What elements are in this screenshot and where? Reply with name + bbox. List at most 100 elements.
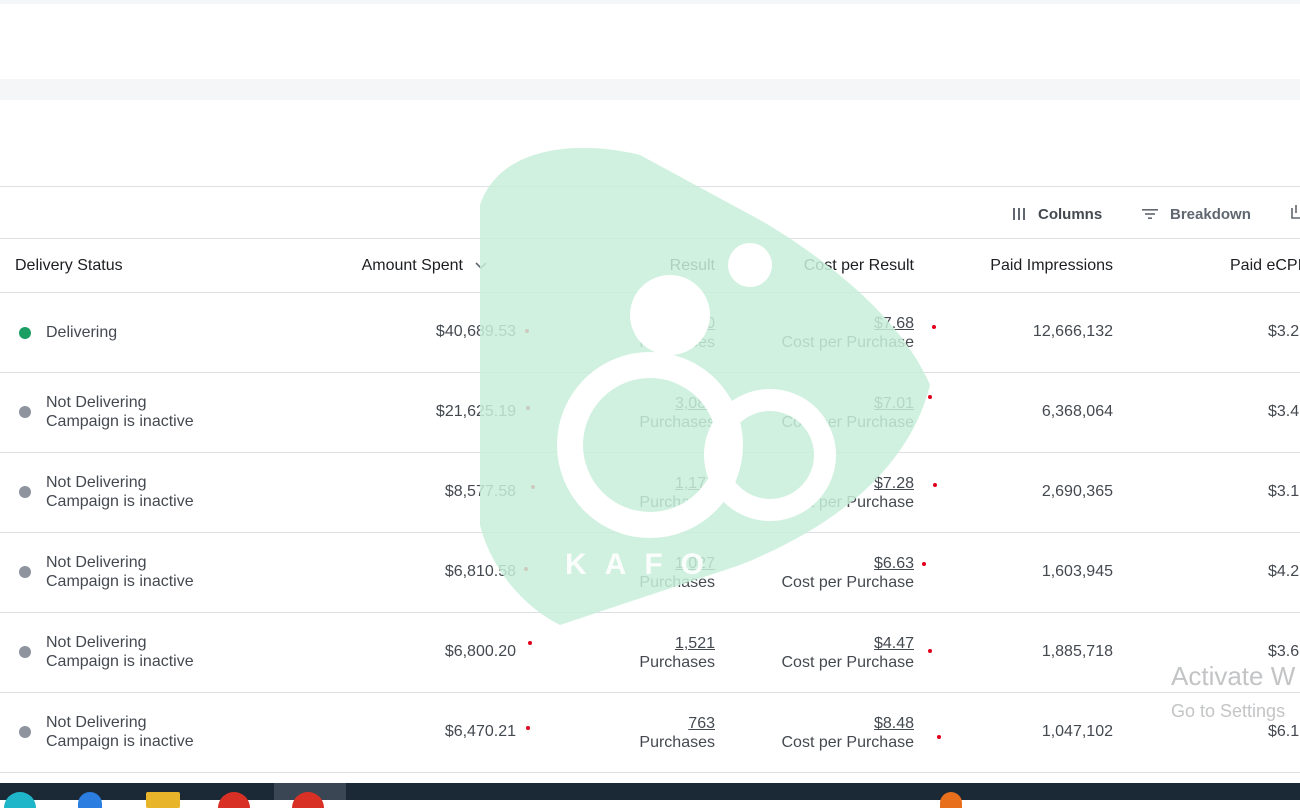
delivery-status: Not Delivering Campaign is inactive [46, 633, 194, 671]
delivery-status: Not Delivering Campaign is inactive [46, 473, 194, 511]
status-dot [19, 646, 31, 658]
paid-ecpm: $4.2 [1268, 563, 1300, 580]
table-row[interactable]: Not Delivering Campaign is inactive $6,8… [0, 613, 1300, 693]
result-cell: 5,300 Purchases [639, 314, 715, 352]
delivery-status: Not Delivering Campaign is inactive [46, 393, 194, 431]
table-row[interactable]: Delivering $40,689.53 5,300 Purchases $7… [0, 293, 1300, 373]
campaign-table: Columns Breakdown Delivery Status Amount… [0, 186, 1300, 773]
annotation-mark [525, 329, 529, 333]
paid-impressions: 1,885,718 [1041, 643, 1113, 660]
cost-per-result-cell: $7.68 Cost per Purchase [781, 314, 914, 352]
header-result[interactable]: Result [670, 257, 715, 275]
windows-taskbar [0, 783, 1300, 808]
table-row[interactable]: Not Delivering Campaign is inactive $8,5… [0, 453, 1300, 533]
result-value-link[interactable]: 5,300 [639, 314, 715, 333]
annotation-mark [531, 485, 535, 489]
table-header-row: Delivery Status Amount Spent Result Cost… [0, 239, 1300, 293]
amount-spent: $6,800.20 [444, 643, 516, 660]
header-amount-spent-label: Amount Spent [361, 257, 463, 274]
cost-per-result-link[interactable]: $7.01 [781, 394, 914, 413]
delivery-status: Delivering [46, 323, 117, 342]
cost-per-result-label: Cost per Purchase [781, 654, 914, 671]
cost-per-result-cell: $6.63 Cost per Purchase [781, 554, 914, 592]
taskbar-tray-icon[interactable] [940, 792, 962, 808]
table-body: Delivering $40,689.53 5,300 Purchases $7… [0, 293, 1300, 773]
status-dot [19, 726, 31, 738]
header-cost-per-result[interactable]: Cost per Result [804, 257, 914, 275]
cost-per-result-link[interactable]: $6.63 [781, 554, 914, 573]
result-label: Purchases [639, 334, 715, 351]
cost-per-result-label: Cost per Purchase [781, 734, 914, 751]
delivery-status: Not Delivering Campaign is inactive [46, 713, 194, 751]
watermark-text: KAFO [565, 548, 722, 581]
status-label: Not Delivering [46, 394, 147, 411]
paid-ecpm: $3.1 [1268, 483, 1300, 500]
export-button[interactable] [1290, 204, 1300, 224]
result-label: Purchases [639, 494, 715, 511]
paid-ecpm: $3.2 [1268, 323, 1300, 340]
annotation-mark [937, 735, 941, 739]
taskbar-edge-icon[interactable] [4, 792, 36, 808]
breakdown-button[interactable]: Breakdown [1142, 204, 1251, 224]
paid-ecpm: $6.1 [1268, 723, 1300, 740]
table-row[interactable]: Not Delivering Campaign is inactive $6,4… [0, 693, 1300, 773]
result-label: Purchases [639, 734, 715, 751]
result-cell: 1,521 Purchases [639, 634, 715, 672]
cost-per-result-label: Cost per Purchase [781, 414, 914, 431]
result-value-link[interactable]: 3,084 [639, 394, 715, 413]
status-dot [19, 327, 31, 339]
status-label: Not Delivering [46, 714, 147, 731]
paid-ecpm: $3.6 [1268, 643, 1300, 660]
annotation-mark [928, 649, 932, 653]
cost-per-result-cell: $7.01 Cost per Purchase [781, 394, 914, 432]
taskbar-app-icon[interactable] [78, 792, 102, 808]
table-row[interactable]: Not Delivering Campaign is inactive $21,… [0, 373, 1300, 453]
paid-impressions: 12,666,132 [1032, 323, 1113, 340]
filter-lines-icon [1142, 207, 1158, 221]
activate-windows-title: Activate W [1171, 661, 1296, 691]
activate-windows-subtitle: Go to Settings [1171, 701, 1286, 721]
status-dot [19, 486, 31, 498]
header-delivery-status[interactable]: Delivery Status [15, 257, 123, 275]
cost-per-result-link[interactable]: $7.28 [781, 474, 914, 493]
status-dot [19, 406, 31, 418]
result-value-link[interactable]: 1,521 [639, 634, 715, 653]
annotation-mark [528, 641, 532, 645]
result-label: Purchases [639, 414, 715, 431]
taskbar-chrome-icon[interactable] [218, 792, 250, 808]
cost-per-result-link[interactable]: $4.47 [781, 634, 914, 653]
header-amount-spent[interactable]: Amount Spent [362, 257, 487, 275]
annotation-mark [526, 726, 530, 730]
cost-per-result-cell: $4.47 Cost per Purchase [781, 634, 914, 672]
cost-per-result-link[interactable]: $7.68 [781, 314, 914, 333]
result-value-link[interactable]: 763 [639, 714, 715, 733]
annotation-mark [932, 325, 936, 329]
status-label: Not Delivering [46, 474, 147, 491]
top-strip [0, 0, 1300, 4]
status-label: Delivering [46, 324, 118, 341]
status-sublabel: Campaign is inactive [46, 493, 194, 510]
columns-button[interactable]: Columns [1012, 204, 1102, 224]
header-paid-ecpm[interactable]: Paid eCPI [1230, 257, 1300, 275]
paid-impressions: 1,603,945 [1041, 563, 1113, 580]
cost-per-result-cell: $7.28 Cost per Purchase [781, 474, 914, 512]
paid-impressions: 1,047,102 [1041, 723, 1113, 740]
chevron-down-icon[interactable] [475, 262, 487, 270]
cost-per-result-label: Cost per Purchase [781, 494, 914, 511]
amount-spent: $21,625.19 [435, 403, 516, 420]
cost-per-result-link[interactable]: $8.48 [781, 714, 914, 733]
result-cell: 3,084 Purchases [639, 394, 715, 432]
table-toolbar: Columns Breakdown [0, 187, 1300, 239]
status-sublabel: Campaign is inactive [46, 573, 194, 590]
columns-label: Columns [1038, 205, 1103, 223]
taskbar-folder-icon[interactable] [146, 792, 180, 808]
paid-impressions: 2,690,365 [1041, 483, 1113, 500]
header-paid-impressions[interactable]: Paid Impressions [990, 257, 1113, 275]
status-label: Not Delivering [46, 634, 147, 651]
paid-ecpm: $3.4 [1268, 403, 1300, 420]
result-value-link[interactable]: 1,178 [639, 474, 715, 493]
result-cell: 763 Purchases [639, 714, 715, 752]
amount-spent: $8,577.58 [444, 483, 516, 500]
cost-per-result-cell: $8.48 Cost per Purchase [781, 714, 914, 752]
section-divider-band [0, 79, 1300, 100]
